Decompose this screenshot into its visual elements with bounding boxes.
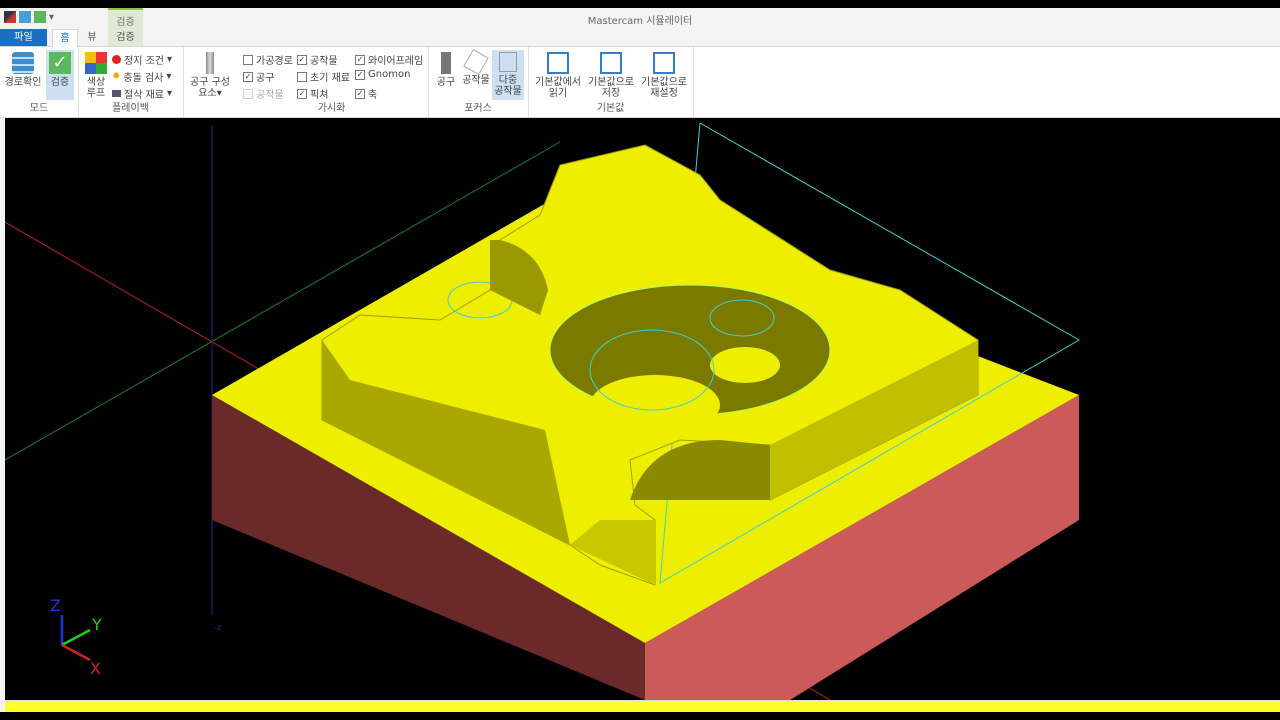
gnomon: Z Y X	[50, 596, 102, 678]
ribbon-tabs: 파일 홈 뷰 검증	[0, 29, 1280, 47]
color-loop-button[interactable]: 색상 루프	[82, 50, 110, 99]
tab-file[interactable]: 파일	[0, 29, 47, 46]
window-title: Mastercam 시뮬레이터	[587, 16, 693, 27]
tool-components-button[interactable]: 공구 구성 요소▾	[187, 50, 233, 99]
pocket-floor	[590, 375, 720, 435]
checkbox-icon[interactable]: ✓	[355, 54, 365, 65]
save-defaults-button[interactable]: 기본값으로 저장	[585, 50, 637, 99]
stop-icon	[112, 55, 121, 64]
backplot-button[interactable]: 경로확인	[3, 50, 43, 88]
backplot-icon	[12, 52, 34, 74]
reset-defaults-button[interactable]: 기본값으로 재설정	[638, 50, 690, 99]
workpiece-focus-icon	[463, 48, 489, 76]
group-defaults: 기본값에서 읽기 기본값으로 저장 기본값으로 재설정 기본값	[528, 47, 694, 117]
checkbox-icon[interactable]: ✓	[355, 69, 365, 80]
load-defaults-icon	[547, 52, 569, 74]
multi-workpiece-icon	[499, 52, 517, 72]
title-bar: ▾ Mastercam 시뮬레이터	[0, 8, 1280, 29]
tool-focus-icon	[441, 52, 451, 74]
checkbox-icon[interactable]: ✓	[297, 54, 307, 65]
tab-home[interactable]: 홈	[52, 29, 78, 47]
checkbox-label: 와이어프레임	[368, 56, 424, 67]
visibility-checkbox[interactable]: ✓ 공작물	[297, 52, 338, 67]
group-tool-components: 공구 구성 요소▾	[183, 47, 235, 117]
reset-defaults-icon	[653, 52, 675, 74]
chevron-down-icon: ▾	[166, 88, 173, 99]
context-tab-header: 검증	[108, 8, 143, 29]
endmill-icon	[206, 52, 214, 74]
checkbox-label: 공작물	[310, 56, 338, 67]
group-visibility: 가공경로 ✓ 공구 공작물 ✓ 공작물 초기 재료 ✓ 픽쳐 ✓ 와이어프레임 ✓ Gnomon ✓ 축 가…	[235, 47, 429, 117]
visibility-checkbox[interactable]: ✓ Gnomon	[355, 69, 410, 80]
tab-verify[interactable]: 검증	[108, 29, 143, 46]
checkbox-icon[interactable]: ✓	[243, 71, 253, 82]
checkbox-icon[interactable]	[243, 88, 253, 99]
checkbox-icon[interactable]: ✓	[355, 88, 365, 99]
checkbox-label: Gnomon	[368, 69, 411, 80]
gnomon-z-label: Z	[50, 596, 61, 615]
group-focus: 공구 공작물 다중 공작물 포커스	[428, 47, 529, 117]
group-playback: 색상 루프 정지 조건 ▾ ✹ 충돌 검사 ▾ 절삭 재료 ▾ 플레이백	[78, 47, 184, 117]
visibility-checkbox[interactable]: 초기 재료	[297, 69, 350, 84]
visibility-checkbox[interactable]: ✓ 공구	[243, 69, 274, 84]
cut-stock-icon	[112, 90, 121, 97]
stock-model-view[interactable]: Z Y X -z	[4, 122, 1275, 701]
focus-workpiece-button[interactable]: 공작물	[460, 48, 492, 86]
load-defaults-button[interactable]: 기본값에서 읽기	[532, 50, 584, 99]
ribbon: 경로확인 ✓ 검증 모드 색상 루프 정지 조건 ▾ ✹ 충돌 검사 ▾ 절삭 재료 ▾ …	[0, 47, 1280, 118]
verify-button[interactable]: ✓ 검증	[46, 50, 74, 100]
color-grid-icon	[85, 52, 107, 74]
burst-icon: ✹	[112, 71, 121, 82]
stop-conditions-dropdown[interactable]: 정지 조건 ▾	[112, 52, 172, 67]
checkbox-label: 가공경로	[256, 56, 293, 67]
gnomon-y-label: Y	[91, 615, 102, 634]
z-axis-label: -z	[214, 623, 221, 632]
checkbox-icon[interactable]: ✓	[297, 88, 307, 99]
bottom-strip	[0, 712, 1280, 720]
chevron-down-icon: ▾	[166, 71, 172, 82]
tab-view[interactable]: 뷰	[82, 29, 102, 46]
checkbox-label: 공구	[256, 73, 275, 84]
checkmark-icon: ✓	[49, 52, 71, 74]
checkbox-icon[interactable]	[243, 54, 253, 65]
pocket-small-floor	[710, 347, 780, 383]
visibility-checkbox[interactable]: ✓ 와이어프레임	[355, 52, 423, 67]
simulation-viewport[interactable]: Z Y X -z	[4, 122, 1275, 701]
group-mode: 경로확인 ✓ 검증 모드	[0, 47, 79, 117]
focus-multi-workpiece-button[interactable]: 다중 공작물	[492, 50, 524, 100]
focus-tool-button[interactable]: 공구	[432, 50, 460, 88]
visibility-checkbox[interactable]: 가공경로	[243, 52, 293, 67]
save-defaults-icon	[600, 52, 622, 74]
checkbox-icon[interactable]	[297, 71, 307, 82]
chevron-down-icon: ▾	[166, 54, 173, 65]
collision-check-dropdown[interactable]: ✹ 충돌 검사 ▾	[112, 69, 171, 84]
top-strip	[0, 0, 1280, 8]
checkbox-label: 초기 재료	[310, 73, 350, 84]
gnomon-x-label: X	[90, 659, 101, 678]
